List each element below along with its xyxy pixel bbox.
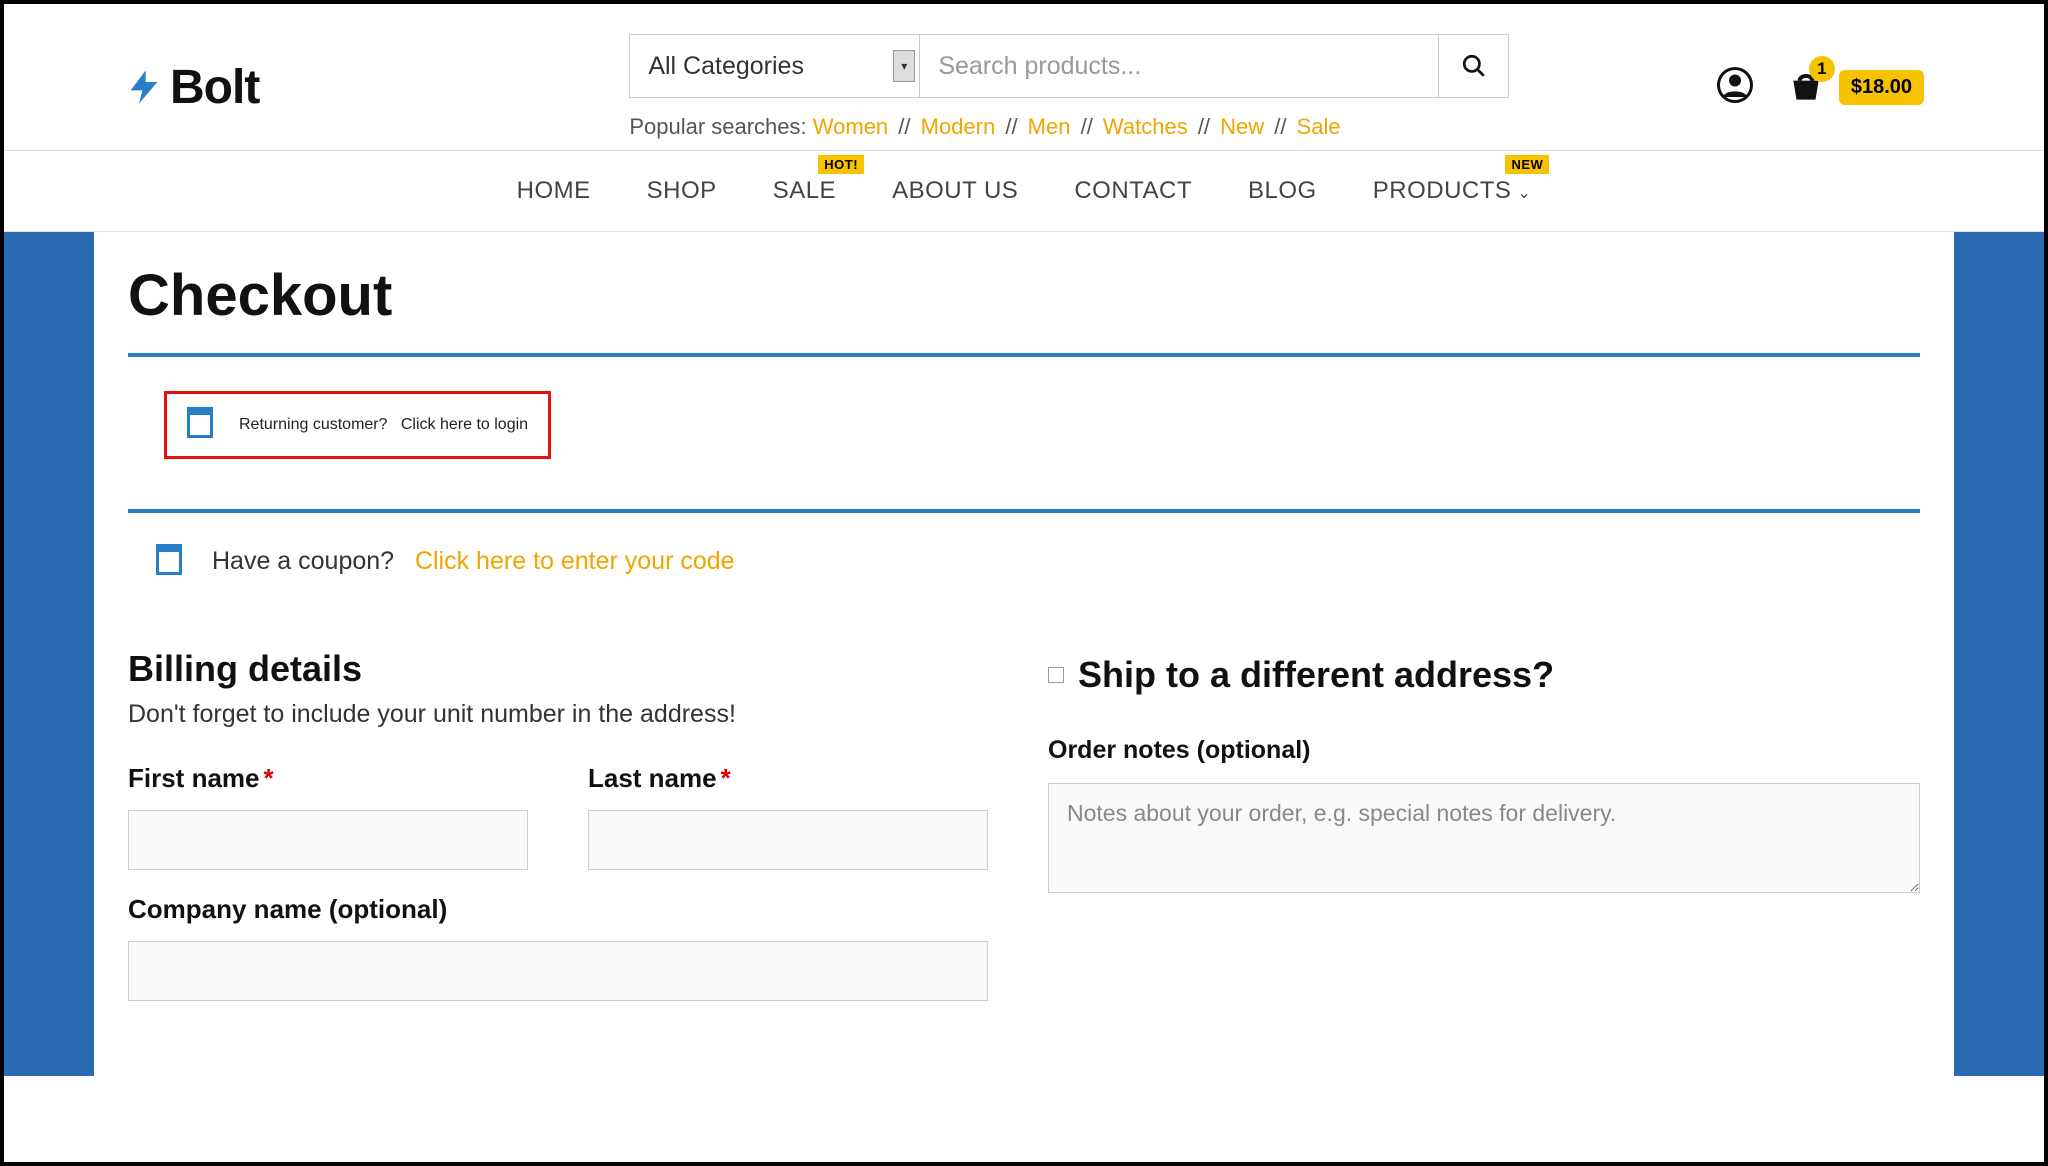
account-button[interactable] [1717, 67, 1753, 108]
search-button[interactable] [1438, 35, 1508, 97]
nav-blog[interactable]: BLOG [1248, 177, 1317, 205]
coupon-prefix: Have a coupon? [212, 547, 394, 575]
order-notes-label: Order notes (optional) [1048, 736, 1920, 765]
search-category-select[interactable]: All Categories ▾ [630, 35, 920, 97]
window-icon [187, 412, 213, 438]
nav-contact[interactable]: CONTACT [1074, 177, 1192, 205]
site-logo[interactable]: Bolt [124, 60, 259, 115]
last-name-input[interactable] [588, 810, 988, 870]
search-bar: All Categories ▾ [629, 34, 1509, 98]
nav-shop[interactable]: SHOP [647, 177, 717, 205]
nav-label: PRODUCTS [1373, 177, 1512, 204]
search-category-value: All Categories [630, 52, 893, 81]
first-name-input[interactable] [128, 810, 528, 870]
main-nav: HOME SHOP SALE HOT! ABOUT US CONTACT BLO… [4, 150, 2044, 232]
login-link[interactable]: Click here to login [401, 416, 528, 433]
page-title: Checkout [128, 232, 1920, 353]
search-input[interactable] [920, 35, 1438, 97]
popular-link[interactable]: Women [813, 114, 888, 139]
popular-link[interactable]: Men [1028, 114, 1071, 139]
popular-link[interactable]: New [1220, 114, 1264, 139]
popular-label: Popular searches: [629, 114, 806, 139]
user-icon [1717, 67, 1753, 103]
nav-about[interactable]: ABOUT US [892, 177, 1018, 205]
billing-title: Billing details [128, 648, 988, 690]
coupon-link[interactable]: Click here to enter your code [415, 547, 735, 575]
dropdown-arrow-icon: ▾ [893, 50, 915, 82]
coupon-notice: Have a coupon? Click here to enter your … [128, 509, 1920, 610]
new-badge: NEW [1505, 155, 1549, 174]
returning-prefix: Returning customer? [239, 416, 388, 433]
company-input[interactable] [128, 941, 988, 1001]
returning-customer-notice: Returning customer? Click here to login [164, 391, 551, 459]
nav-home[interactable]: HOME [517, 177, 591, 205]
cart-total: $18.00 [1839, 70, 1924, 105]
company-label: Company name (optional) [128, 894, 988, 925]
nav-products[interactable]: PRODUCTS⌄ NEW [1373, 177, 1532, 205]
bolt-icon [124, 67, 164, 107]
popular-link[interactable]: Watches [1103, 114, 1188, 139]
first-name-label: First name* [128, 763, 528, 794]
last-name-label: Last name* [588, 763, 988, 794]
popular-link[interactable]: Modern [921, 114, 996, 139]
ship-different-checkbox[interactable] [1048, 667, 1064, 683]
logo-text: Bolt [170, 60, 259, 115]
search-icon [1461, 53, 1487, 79]
cart-button[interactable]: 1 $18.00 [1787, 68, 1924, 106]
nav-sale[interactable]: SALE HOT! [773, 177, 836, 205]
chevron-down-icon: ⌄ [1517, 185, 1531, 202]
hot-badge: HOT! [818, 155, 864, 174]
nav-label: SALE [773, 177, 836, 204]
ship-title: Ship to a different address? [1078, 654, 1554, 696]
popular-link[interactable]: Sale [1297, 114, 1341, 139]
billing-subtitle: Don't forget to include your unit number… [128, 700, 988, 729]
order-notes-input[interactable] [1048, 783, 1920, 893]
window-icon [156, 549, 182, 575]
popular-searches: Popular searches: Women // Modern // Men… [629, 114, 1509, 140]
cart-count-badge: 1 [1809, 56, 1835, 82]
